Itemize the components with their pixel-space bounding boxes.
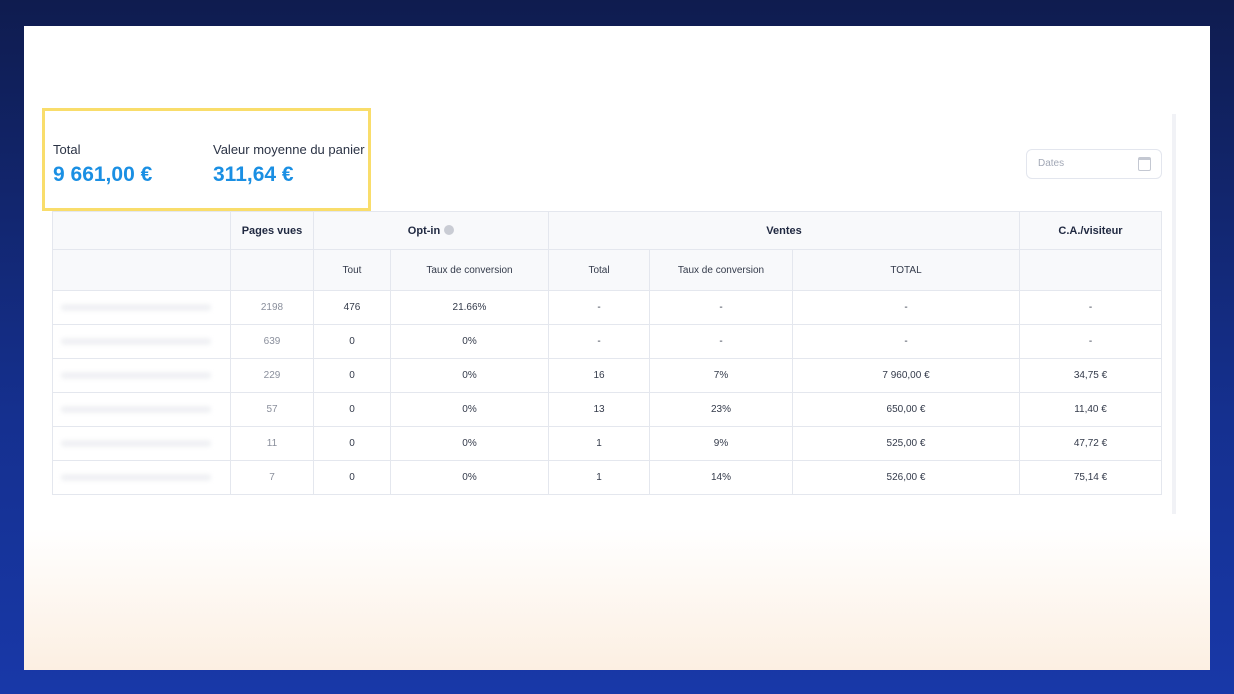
- avg-basket-value: 311,64 €: [213, 163, 294, 186]
- cell-optin-taux: 0%: [390, 392, 549, 427]
- cell-ca: -: [1019, 290, 1162, 325]
- row-label-blurred: [52, 290, 231, 325]
- cell-optin-taux: 0%: [390, 460, 549, 495]
- cell-ventes-taux: 14%: [649, 460, 793, 495]
- cell-ca: 11,40 €: [1019, 392, 1162, 427]
- subheader-blank: [52, 249, 231, 291]
- header-ca-visiteur: C.A./visiteur: [1019, 211, 1162, 250]
- row-label-blurred: [52, 392, 231, 427]
- cell-ca: -: [1019, 324, 1162, 359]
- header-ventes: Ventes: [548, 211, 1020, 250]
- cell-ventes-total: 1: [548, 460, 650, 495]
- subheader-ventes-montant: TOTAL: [792, 249, 1020, 291]
- cell-optin-taux: 21.66%: [390, 290, 549, 325]
- cell-ventes-montant: 526,00 €: [792, 460, 1020, 495]
- cell-optin-tout: 0: [313, 460, 391, 495]
- cell-optin-tout: 0: [313, 358, 391, 393]
- cell-ventes-montant: 650,00 €: [792, 392, 1020, 427]
- kpi-highlight-box: Total 9 661,00 € Valeur moyenne du panie…: [42, 108, 371, 211]
- cell-ventes-montant: 7 960,00 €: [792, 358, 1020, 393]
- blurred-text: [61, 372, 211, 379]
- cell-optin-taux: 0%: [390, 358, 549, 393]
- cell-optin-taux: 0%: [390, 426, 549, 461]
- cell-ca: 75,14 €: [1019, 460, 1162, 495]
- header-blank: [52, 211, 231, 250]
- cell-ventes-total: -: [548, 324, 650, 359]
- cell-ventes-montant: -: [792, 324, 1020, 359]
- cell-ventes-total: -: [548, 290, 650, 325]
- total-label: Total: [53, 142, 81, 157]
- cell-ventes-montant: -: [792, 290, 1020, 325]
- cell-ventes-taux: 23%: [649, 392, 793, 427]
- cell-optin-tout: 0: [313, 426, 391, 461]
- blurred-text: [61, 406, 211, 413]
- blurred-text: [61, 304, 211, 311]
- row-label-blurred: [52, 358, 231, 393]
- subheader-blank: [1019, 249, 1162, 291]
- info-icon[interactable]: [444, 224, 455, 235]
- header-optin: Opt-in: [313, 211, 549, 250]
- calendar-icon[interactable]: [1138, 157, 1151, 171]
- blurred-text: [61, 474, 211, 481]
- header-pages-vues: Pages vues: [230, 211, 314, 250]
- cell-optin-tout: 0: [313, 324, 391, 359]
- cell-ventes-taux: 7%: [649, 358, 793, 393]
- subheader-optin-tout: Tout: [313, 249, 391, 291]
- blurred-text: [61, 440, 211, 447]
- cell-ca: 47,72 €: [1019, 426, 1162, 461]
- row-label-blurred: [52, 460, 231, 495]
- total-value: 9 661,00 €: [53, 163, 153, 186]
- dates-placeholder: Dates: [1038, 158, 1065, 169]
- table-row: 11 0 0% 1 9% 525,00 €47,72 €: [52, 426, 1162, 461]
- cell-pages-vues: 229: [230, 358, 314, 393]
- blurred-text: [61, 338, 211, 345]
- subheader-blank: [230, 249, 314, 291]
- cell-ventes-taux: -: [649, 324, 793, 359]
- cell-pages-vues: 57: [230, 392, 314, 427]
- cell-ventes-total: 1: [548, 426, 650, 461]
- cell-ventes-taux: 9%: [649, 426, 793, 461]
- subheader-optin-taux: Taux de conversion: [390, 249, 549, 291]
- row-label-blurred: [52, 426, 231, 461]
- subheader-ventes-taux: Taux de conversion: [649, 249, 793, 291]
- cell-optin-tout: 476: [313, 290, 391, 325]
- cell-pages-vues: 11: [230, 426, 314, 461]
- optin-label: Opt-in: [407, 224, 441, 237]
- cell-ventes-total: 16: [548, 358, 650, 393]
- cell-ventes-taux: -: [649, 290, 793, 325]
- cell-pages-vues: 639: [230, 324, 314, 359]
- subheader-ventes-total: Total: [548, 249, 650, 291]
- row-label-blurred: [52, 324, 231, 359]
- content-panel: Total 9 661,00 € Valeur moyenne du panie…: [24, 26, 1210, 670]
- cell-ca: 34,75 €: [1019, 358, 1162, 393]
- table-row: 57 0 0% 13 23% 650,00 €11,40 €: [52, 392, 1162, 427]
- cell-pages-vues: 7: [230, 460, 314, 495]
- table-row: 639 0 0% - - - -: [52, 324, 1162, 359]
- cell-ventes-total: 13: [548, 392, 650, 427]
- cell-optin-tout: 0: [313, 392, 391, 427]
- scroll-edge: [1172, 114, 1176, 514]
- table-row: 2198 476 21.66% - - - -: [52, 290, 1162, 325]
- avg-basket-label: Valeur moyenne du panier: [213, 142, 365, 157]
- cell-optin-taux: 0%: [390, 324, 549, 359]
- table-row: 229 0 0% 16 7% 7 960,00 €34,75 €: [52, 358, 1162, 393]
- table-row: 7 0 0% 1 14% 526,00 €75,14 €: [52, 460, 1162, 495]
- dates-picker[interactable]: Dates: [1026, 149, 1162, 179]
- cell-pages-vues: 2198: [230, 290, 314, 325]
- cell-ventes-montant: 525,00 €: [792, 426, 1020, 461]
- stats-table: Pages vues Opt-in Ventes C.A./visiteur T…: [52, 211, 1162, 495]
